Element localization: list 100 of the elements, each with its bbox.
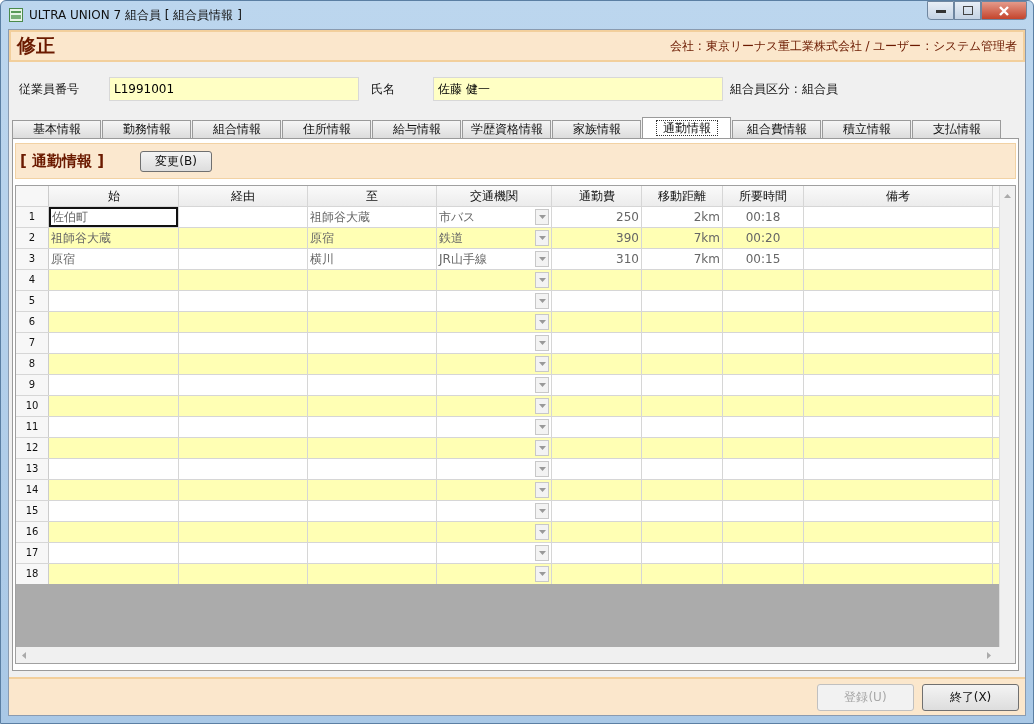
- column-header[interactable]: 始: [49, 186, 179, 206]
- scroll-right-icon[interactable]: [987, 651, 991, 659]
- dropdown-button[interactable]: [535, 272, 549, 288]
- field-label: 従業員番号: [19, 80, 80, 98]
- dropdown-button[interactable]: [535, 314, 549, 330]
- tab[interactable]: 支払情報: [912, 120, 1001, 138]
- change-button[interactable]: 変更(B): [140, 150, 213, 172]
- caret-icon: [538, 278, 546, 282]
- row-number: 9: [16, 375, 49, 395]
- tab[interactable]: 給与情報: [372, 120, 461, 138]
- tab[interactable]: 通勤情報: [642, 117, 731, 138]
- name-field[interactable]: 佐藤 健一: [433, 77, 723, 101]
- scroll-up-icon[interactable]: [1004, 194, 1011, 198]
- dropdown-button[interactable]: [535, 335, 549, 351]
- table-cell-text: 祖師谷大蔵: [51, 230, 111, 247]
- company-user-info: 会社 : 東京リーナス重工業株式会社 / ユーザー : システム管理者: [670, 37, 1017, 55]
- row-number: 2: [16, 228, 49, 248]
- table-cell-text: 00:20: [745, 230, 781, 247]
- scroll-left-icon[interactable]: [22, 651, 26, 659]
- table-cell-text: 原宿: [51, 251, 75, 268]
- column-header[interactable]: 備考: [804, 186, 993, 206]
- column-header[interactable]: 通勤費: [552, 186, 642, 206]
- row-number: 7: [16, 333, 49, 353]
- tab[interactable]: 家族情報: [552, 120, 641, 138]
- dropdown-button[interactable]: [535, 482, 549, 498]
- tab[interactable]: 組合情報: [192, 120, 281, 138]
- row-number: 4: [16, 270, 49, 290]
- row-number: 6: [16, 312, 49, 332]
- close-icon: [998, 5, 1010, 16]
- dropdown-button[interactable]: [535, 440, 549, 456]
- table-cell-text: 250: [616, 209, 639, 226]
- caret-icon: [538, 236, 546, 240]
- dropdown-button[interactable]: [535, 461, 549, 477]
- column-header[interactable]: 経由: [179, 186, 308, 206]
- dropdown-button[interactable]: [535, 251, 549, 267]
- caret-icon: [538, 341, 546, 345]
- caret-icon: [538, 446, 546, 450]
- table-cell-text: 390: [616, 230, 639, 247]
- tab[interactable]: 住所情報: [282, 120, 371, 138]
- row-number: 8: [16, 354, 49, 374]
- caret-icon: [538, 551, 546, 555]
- caret-icon: [538, 467, 546, 471]
- column-header[interactable]: 移動距離: [642, 186, 723, 206]
- maximize-button[interactable]: [954, 1, 981, 20]
- window-title: ULTRA UNION 7 組合員 [ 組合員情報 ]: [29, 6, 242, 24]
- caret-icon: [538, 299, 546, 303]
- footer-button[interactable]: 終了(X): [922, 683, 1019, 711]
- horizontal-scrollbar[interactable]: [16, 647, 1015, 663]
- dropdown-button[interactable]: [535, 209, 549, 225]
- caret-icon: [538, 509, 546, 513]
- tab[interactable]: 学歴資格情報: [462, 120, 551, 138]
- tab[interactable]: 組合費情報: [732, 120, 821, 138]
- row-number: 10: [16, 396, 49, 416]
- close-button[interactable]: [981, 1, 1027, 20]
- employee-number-field[interactable]: L1991001: [109, 77, 359, 101]
- dropdown-button[interactable]: [535, 419, 549, 435]
- caret-icon: [538, 530, 546, 534]
- table-cell-text: 原宿: [310, 230, 334, 247]
- table-cell[interactable]: 佐伯町: [49, 207, 178, 227]
- dropdown-button[interactable]: [535, 545, 549, 561]
- table-cell-text: 7km: [693, 230, 720, 247]
- caret-icon: [538, 383, 546, 387]
- tab[interactable]: 積立情報: [822, 120, 911, 138]
- caret-icon: [538, 572, 546, 576]
- row-number: 12: [16, 438, 49, 458]
- column-header[interactable]: 所要時間: [723, 186, 804, 206]
- tab[interactable]: 基本情報: [12, 120, 101, 138]
- dropdown-button[interactable]: [535, 377, 549, 393]
- table-cell-text: 7km: [693, 251, 720, 268]
- row-number: 1: [16, 207, 49, 227]
- caret-icon: [538, 257, 546, 261]
- table-cell-text: 横川: [310, 251, 334, 268]
- row-number: 15: [16, 501, 49, 521]
- row-number: 16: [16, 522, 49, 542]
- row-number: 11: [16, 417, 49, 437]
- row-number: 14: [16, 480, 49, 500]
- minimize-icon: [935, 8, 946, 13]
- maximize-icon: [962, 6, 973, 15]
- tab[interactable]: 勤務情報: [102, 120, 191, 138]
- dropdown-button[interactable]: [535, 503, 549, 519]
- table-cell-text: 市バス: [439, 209, 475, 226]
- column-header[interactable]: 交通機関: [437, 186, 552, 206]
- table-cell-text: 310: [616, 251, 639, 268]
- dropdown-button[interactable]: [535, 524, 549, 540]
- minimize-button[interactable]: [927, 1, 954, 20]
- caret-icon: [538, 425, 546, 429]
- table-cell-text: 鉄道: [439, 230, 463, 247]
- row-number: 5: [16, 291, 49, 311]
- section-title: [ 通勤情報 ]: [20, 151, 105, 171]
- dropdown-button[interactable]: [535, 356, 549, 372]
- caret-icon: [538, 488, 546, 492]
- caret-icon: [538, 404, 546, 408]
- table-cell-text: 祖師谷大蔵: [310, 209, 370, 226]
- vertical-scrollbar[interactable]: [999, 186, 1015, 647]
- caret-icon: [538, 320, 546, 324]
- column-header[interactable]: 至: [308, 186, 437, 206]
- dropdown-button[interactable]: [535, 293, 549, 309]
- dropdown-button[interactable]: [535, 398, 549, 414]
- dropdown-button[interactable]: [535, 230, 549, 246]
- dropdown-button[interactable]: [535, 566, 549, 582]
